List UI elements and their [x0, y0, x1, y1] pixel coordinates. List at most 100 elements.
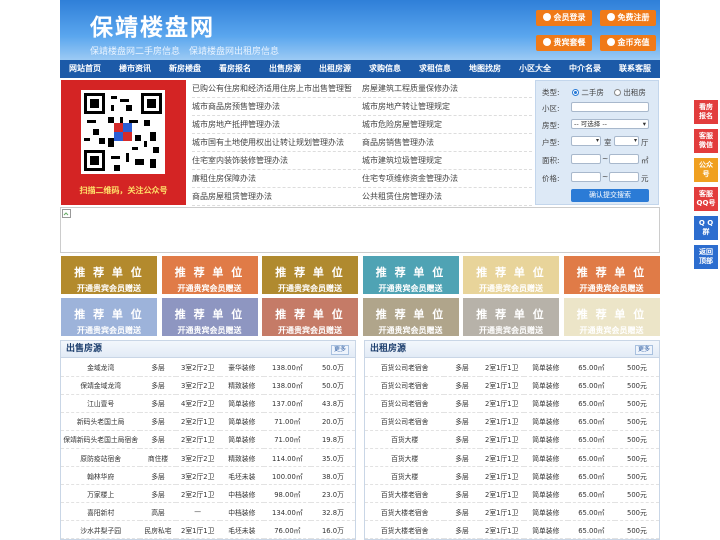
sidebar-official-account[interactable]: 公众 号: [694, 158, 718, 182]
nav-home[interactable]: 网站首页: [60, 60, 110, 78]
price-min-input[interactable]: [571, 172, 601, 182]
recommended-unit-tile[interactable]: 推 荐 单 位开通贵宾会员赠送: [160, 255, 259, 295]
listing-name-cell[interactable]: 江山壹号: [61, 394, 141, 413]
sidebar-viewing-signup[interactable]: 看房 报名: [694, 100, 718, 124]
recharge-button[interactable]: 金币充值: [600, 35, 656, 51]
vip-package-button[interactable]: 贵宾套餐: [536, 35, 592, 51]
listing-name-cell[interactable]: 喜阳新村: [61, 502, 141, 522]
nav-wanted-buy[interactable]: 求购信息: [360, 60, 410, 78]
listing-name-cell[interactable]: 翰林华府: [61, 466, 141, 486]
table-row[interactable]: 百货公司老宿舍 多层 2室1厅1卫 简单装修 65.00㎡ 500元: [365, 358, 659, 377]
listing-name-cell[interactable]: 保靖新码头老国土局宿舍: [61, 430, 141, 449]
recommended-unit-tile[interactable]: 推 荐 单 位开通贵宾会员赠送: [562, 255, 661, 295]
sale-more-button[interactable]: 更多: [330, 345, 349, 355]
table-row[interactable]: 原防疫站宿舍 商住楼 3室2厅2卫 精致装修 114.00㎡ 35.0万: [61, 448, 355, 468]
regulation-link[interactable]: 住宅室内装饰装修管理办法: [192, 155, 362, 166]
table-row[interactable]: 保靖新码头老国土局宿舍 多层 2室2厅1卫 简单装修 71.00㎡ 19.8万: [61, 430, 355, 449]
price-max-input[interactable]: [609, 172, 639, 182]
listing-name-cell[interactable]: 百货公司老宿舍: [365, 376, 445, 395]
regulation-link[interactable]: 廉租住房保障办法: [192, 173, 362, 184]
radio-rent[interactable]: 出租房: [614, 87, 646, 98]
sidebar-service-wechat[interactable]: 客服 微信: [694, 129, 718, 153]
recommended-unit-tile[interactable]: 推 荐 单 位开通贵宾会员赠送: [60, 255, 158, 295]
listing-name-cell[interactable]: 原防疫站宿舍: [61, 448, 141, 468]
table-row[interactable]: 百货公司老宿舍 多层 2室1厅1卫 简单装修 65.00㎡ 500元: [365, 412, 659, 431]
regulation-link[interactable]: 房屋建筑工程质量保修办法: [362, 83, 532, 94]
table-row[interactable]: 金域龙湾 多层 3室2厅2卫 豪华装修 138.00㎡ 50.0万: [61, 358, 355, 377]
nav-for-rent[interactable]: 出租房源: [310, 60, 360, 78]
recommended-unit-tile[interactable]: 推 荐 单 位开通贵宾会员赠送: [60, 297, 158, 337]
listing-name-cell[interactable]: 百货大楼老宿舍: [365, 502, 445, 522]
regulation-link[interactable]: 城市国有土地使用权出让转让规划管理办法: [192, 137, 362, 148]
recommended-unit-tile[interactable]: 推 荐 单 位开通贵宾会员赠送: [261, 255, 359, 295]
qr-code-icon[interactable]: [81, 90, 165, 174]
regulation-link[interactable]: 已购公有住房和经济适用住房上市出售管理暂: [192, 83, 362, 94]
listing-name-cell[interactable]: 万家楼上: [61, 484, 141, 504]
table-row[interactable]: 保靖金域龙湾 多层 3室2厅2卫 精致装修 138.00㎡ 50.0万: [61, 376, 355, 395]
nav-viewing-signup[interactable]: 看房报名: [210, 60, 260, 78]
regulation-link[interactable]: 商品房屋租赁管理办法: [192, 191, 362, 202]
listing-name-cell[interactable]: 金域龙湾: [61, 358, 141, 377]
listing-name-cell[interactable]: 百货大楼: [365, 466, 445, 486]
table-row[interactable]: 百货公司老宿舍 多层 2室1厅1卫 简单装修 65.00㎡ 500元: [365, 376, 659, 395]
recommended-unit-tile[interactable]: 推 荐 单 位开通贵宾会员赠送: [361, 297, 460, 337]
regulation-link[interactable]: 城市房地产转让管理规定: [362, 101, 532, 112]
listing-name-cell[interactable]: 百货大楼: [365, 430, 445, 449]
login-button[interactable]: 会员登录: [536, 10, 592, 26]
house-type-select[interactable]: -- 可选择 -- ▾: [571, 119, 649, 129]
area-max-input[interactable]: [609, 154, 639, 164]
table-row[interactable]: 新码头老国土局 多层 2室2厅1卫 简单装修 71.00㎡ 20.0万: [61, 412, 355, 431]
regulation-link[interactable]: 商品房销售管理办法: [362, 137, 532, 148]
hall-select[interactable]: ▾: [614, 136, 639, 146]
nav-contact[interactable]: 联系客服: [610, 60, 660, 78]
nav-wanted-rent[interactable]: 求租信息: [410, 60, 460, 78]
nav-new-homes[interactable]: 新房楼盘: [160, 60, 210, 78]
listing-name-cell[interactable]: 新码头老国土局: [61, 412, 141, 431]
regulation-link[interactable]: 公共租赁住房管理办法: [362, 191, 532, 202]
recommended-unit-tile[interactable]: 推 荐 单 位开通贵宾会员赠送: [261, 297, 359, 337]
nav-communities[interactable]: 小区大全: [510, 60, 560, 78]
table-row[interactable]: 百货公司老宿舍 多层 2室1厅1卫 简单装修 65.00㎡ 500元: [365, 394, 659, 413]
recommended-unit-tile[interactable]: 推 荐 单 位开通贵宾会员赠送: [462, 255, 560, 295]
room-select[interactable]: ▾: [571, 136, 601, 146]
table-row[interactable]: 翰林华府 多层 3室2厅2卫 毛坯未装 100.00㎡ 38.0万: [61, 466, 355, 486]
district-input[interactable]: [571, 102, 649, 112]
regulation-link[interactable]: 城市危险房屋管理规定: [362, 119, 532, 130]
table-row[interactable]: 百货大楼老宿舍 多层 2室1厅1卫 简单装修 65.00㎡ 500元: [365, 484, 659, 504]
table-row[interactable]: 百货大楼老宿舍 多层 2室1厅1卫 简单装修 65.00㎡ 500元: [365, 502, 659, 522]
regulation-link[interactable]: 住宅专项维修资金管理办法: [362, 173, 532, 184]
sidebar-qq-group[interactable]: Q Q 群: [694, 216, 718, 240]
register-button[interactable]: 免费注册: [600, 10, 656, 26]
listing-name-cell[interactable]: 百货大楼老宿舍: [365, 484, 445, 504]
listing-name-cell[interactable]: 百货公司老宿舍: [365, 394, 445, 413]
table-row[interactable]: 万家楼上 多层 2室2厅1卫 中档装修 98.00㎡ 23.0万: [61, 484, 355, 504]
listing-name-cell[interactable]: 百货大楼老宿舍: [365, 520, 445, 540]
listing-name-cell[interactable]: 百货公司老宿舍: [365, 412, 445, 431]
recommended-unit-tile[interactable]: 推 荐 单 位开通贵宾会员赠送: [160, 297, 259, 337]
sidebar-service-qq[interactable]: 客服 QQ号: [694, 187, 718, 211]
table-row[interactable]: 江山壹号 多层 4室2厅2卫 简单装修 137.00㎡ 43.8万: [61, 394, 355, 413]
nav-map-search[interactable]: 地图找房: [460, 60, 510, 78]
listing-name-cell[interactable]: 百货大楼: [365, 448, 445, 468]
site-logo[interactable]: 保靖楼盘网: [90, 8, 215, 42]
table-row[interactable]: 沙水井梨子园 民房私宅 2室1厅1卫 毛坯未装 76.00㎡ 16.0万: [61, 520, 355, 540]
listing-name-cell[interactable]: 沙水井梨子园: [61, 520, 141, 540]
table-row[interactable]: 百货大楼 多层 2室1厅1卫 简单装修 65.00㎡ 500元: [365, 448, 659, 468]
area-min-input[interactable]: [571, 154, 601, 164]
recommended-unit-tile[interactable]: 推 荐 单 位开通贵宾会员赠送: [562, 297, 661, 337]
nav-for-sale[interactable]: 出售房源: [260, 60, 310, 78]
radio-sale[interactable]: 二手房: [572, 87, 604, 98]
table-row[interactable]: 喜阳新村 高层 — 中档装修 134.00㎡ 32.8万: [61, 502, 355, 522]
search-submit-button[interactable]: 确认提交搜索: [571, 189, 649, 202]
regulation-link[interactable]: 城市建筑垃圾管理规定: [362, 155, 532, 166]
listing-name-cell[interactable]: 保靖金域龙湾: [61, 376, 141, 395]
table-row[interactable]: 百货大楼老宿舍 多层 2室1厅1卫 简单装修 65.00㎡ 500元: [365, 520, 659, 540]
recommended-unit-tile[interactable]: 推 荐 单 位开通贵宾会员赠送: [361, 255, 460, 295]
sidebar-back-to-top[interactable]: 返回 顶部: [694, 245, 718, 269]
rent-more-button[interactable]: 更多: [634, 345, 653, 355]
recommended-unit-tile[interactable]: 推 荐 单 位开通贵宾会员赠送: [462, 297, 560, 337]
regulation-link[interactable]: 城市房地产抵押管理办法: [192, 119, 362, 130]
nav-agents[interactable]: 中介名录: [560, 60, 610, 78]
table-row[interactable]: 百货大楼 多层 2室1厅1卫 简单装修 65.00㎡ 500元: [365, 430, 659, 449]
table-row[interactable]: 百货大楼 多层 2室1厅1卫 简单装修 65.00㎡ 500元: [365, 466, 659, 486]
